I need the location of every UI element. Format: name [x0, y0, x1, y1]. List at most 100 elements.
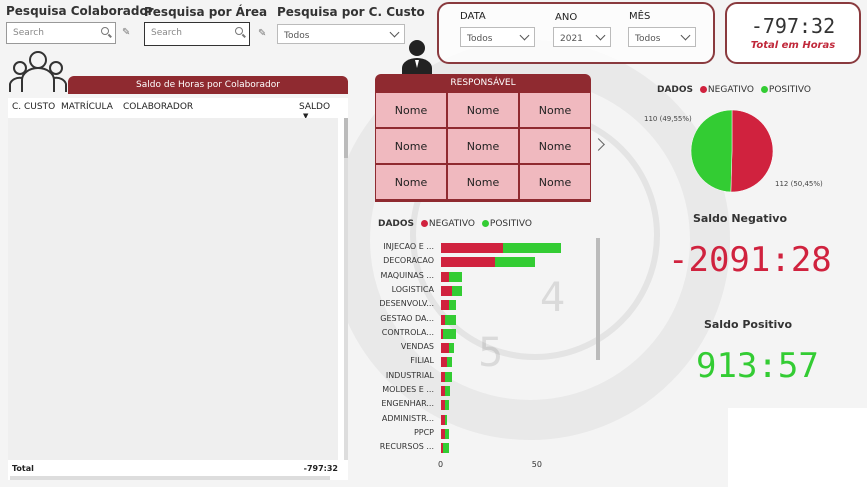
column-header-saldo[interactable]: SALDO [299, 102, 330, 112]
colaborador-search-placeholder: Search [13, 28, 44, 38]
legend-prefix: DADOS [378, 219, 415, 229]
legend-negativo-dot [420, 220, 428, 227]
pie-chart[interactable] [690, 109, 774, 193]
responsavel-name[interactable]: Nome [520, 93, 590, 127]
scroll-thumb[interactable] [344, 118, 348, 158]
slicer-custo-title: Pesquisa por C. Custo [277, 5, 425, 19]
bar-category-label: DECORACAO [383, 256, 434, 266]
table-total-label: Total [12, 464, 34, 473]
bar-chart[interactable]: INJECAO E ... DECORACAO MAQUINAS ... LOGIST… [370, 238, 610, 470]
colaborador-search-input[interactable]: Search [6, 22, 116, 44]
table-horizontal-scrollbar[interactable] [10, 476, 330, 480]
responsavel-name[interactable]: Nome [448, 129, 518, 163]
bar-category-label: CONTROLA... [381, 327, 434, 337]
x-axis-tick-label: 0 [438, 460, 444, 469]
table-total-value: -797:32 [303, 464, 338, 473]
bar-positivo[interactable] [444, 314, 456, 325]
responsavel-name[interactable]: Nome [376, 93, 446, 127]
eraser-icon[interactable]: ✎ [122, 27, 130, 38]
responsavel-name[interactable]: Nome [376, 165, 446, 199]
legend-positivo-dot [760, 86, 768, 93]
balance-table: C. CUSTO MATRÍCULA COLABORADOR SALDO ▼ T… [8, 98, 348, 480]
bar-positivo[interactable] [446, 357, 453, 368]
legend-negativo-label: NEGATIVO [428, 219, 476, 229]
filter-mes-label: MÊS [629, 11, 651, 22]
custo-dropdown-value: Todos [284, 31, 310, 41]
responsavel-grid: Nome Nome Nome Nome Nome Nome Nome Nome … [375, 90, 591, 202]
bar-positivo[interactable] [448, 300, 456, 311]
bar-positivo[interactable] [442, 328, 456, 339]
bar-category-label: FILIAL [410, 356, 434, 366]
bar-category-label: VENDAS [400, 342, 434, 352]
custo-dropdown[interactable]: Todos [277, 24, 405, 44]
legend-prefix: DADOS [657, 85, 694, 95]
bar-category-label: ENGENHAR... [381, 399, 434, 409]
pie-label-negativo: 112 (50,45%) [775, 180, 823, 188]
bar-category-label: ADMINISTR... [381, 413, 434, 423]
bar-category-label: LOGISTICA [391, 284, 434, 294]
bar-positivo[interactable] [448, 343, 455, 354]
bar-negativo[interactable] [441, 243, 503, 253]
chevron-down-icon [680, 30, 691, 41]
pie-chart-legend: DADOS NEGATIVO POSITIVO [657, 85, 811, 95]
chevron-down-icon [595, 30, 606, 41]
eraser-icon[interactable]: ✎ [258, 28, 266, 39]
bar-positivo[interactable] [495, 257, 535, 268]
bar-category-label: PPCP [413, 427, 434, 437]
table-body[interactable] [8, 118, 338, 460]
bar-category-label: DESENVOLV... [379, 299, 434, 309]
bar-chart-scrollbar[interactable] [596, 238, 600, 360]
saldo-negativo-value: -2091:28 [668, 240, 832, 280]
bar-positivo[interactable] [444, 371, 453, 382]
saldo-positivo-value: 913:57 [696, 346, 819, 386]
bar-positivo[interactable] [444, 414, 447, 425]
pie-slice-positivo[interactable] [690, 109, 733, 193]
area-search-input[interactable]: Search [144, 22, 250, 46]
responsavel-name[interactable]: Nome [376, 129, 446, 163]
search-icon [101, 27, 109, 35]
bar-negativo[interactable] [441, 271, 449, 282]
bar-negativo[interactable] [441, 300, 449, 311]
search-icon [235, 27, 243, 35]
bar-negativo[interactable] [441, 285, 453, 296]
table-vertical-scrollbar[interactable] [344, 118, 348, 460]
filter-mes-value: Todos [635, 34, 661, 44]
bar-category-label: RECURSOS ... [379, 442, 434, 452]
bar-positivo[interactable] [502, 243, 561, 253]
bar-category-label: MOLDES E ... [382, 385, 434, 394]
total-hours-card: -797:32 Total em Horas [725, 2, 861, 64]
total-hours-label: Total em Horas [750, 40, 836, 51]
bar-positivo[interactable] [444, 400, 449, 411]
bar-category-label: INDUSTRIAL [385, 370, 434, 380]
column-header-cc[interactable]: C. CUSTO [12, 102, 55, 112]
column-header-colaborador[interactable]: COLABORADOR [123, 102, 193, 112]
bar-positivo[interactable] [452, 285, 462, 296]
slicer-colaborador-title: Pesquisa Colaborador [6, 4, 154, 18]
bar-category-label: MAQUINAS ... [380, 270, 434, 280]
manager-icon [402, 40, 432, 74]
filter-data-value: Todos [467, 34, 493, 44]
slicer-area-title: Pesquisa por Área [144, 5, 268, 19]
legend-positivo-dot [481, 220, 489, 227]
responsavel-name[interactable]: Nome [448, 93, 518, 127]
bar-category-label: GESTAO DA... [380, 313, 434, 323]
column-header-matricula[interactable]: MATRÍCULA [61, 102, 113, 112]
filter-data-label: DATA [460, 11, 486, 22]
bar-negativo[interactable] [441, 257, 496, 268]
bar-positivo[interactable] [444, 386, 451, 396]
legend-negativo-dot [699, 86, 707, 93]
blank-panel [728, 408, 867, 487]
bar-positivo[interactable] [448, 271, 462, 282]
bar-positivo[interactable] [444, 428, 449, 439]
responsavel-name[interactable]: Nome [448, 165, 518, 199]
filter-data-dropdown[interactable]: Todos [460, 27, 535, 47]
legend-negativo-label: NEGATIVO [707, 85, 755, 95]
filter-ano-dropdown[interactable]: 2021 [553, 27, 611, 47]
bar-negativo[interactable] [441, 343, 449, 354]
responsavel-name[interactable]: Nome [520, 129, 590, 163]
filter-mes-dropdown[interactable]: Todos [628, 27, 696, 47]
pie-slice-negativo[interactable] [730, 109, 774, 193]
table-total-row: Total -797:32 [12, 464, 338, 473]
responsavel-name[interactable]: Nome [520, 165, 590, 199]
bar-positivo[interactable] [442, 443, 449, 454]
